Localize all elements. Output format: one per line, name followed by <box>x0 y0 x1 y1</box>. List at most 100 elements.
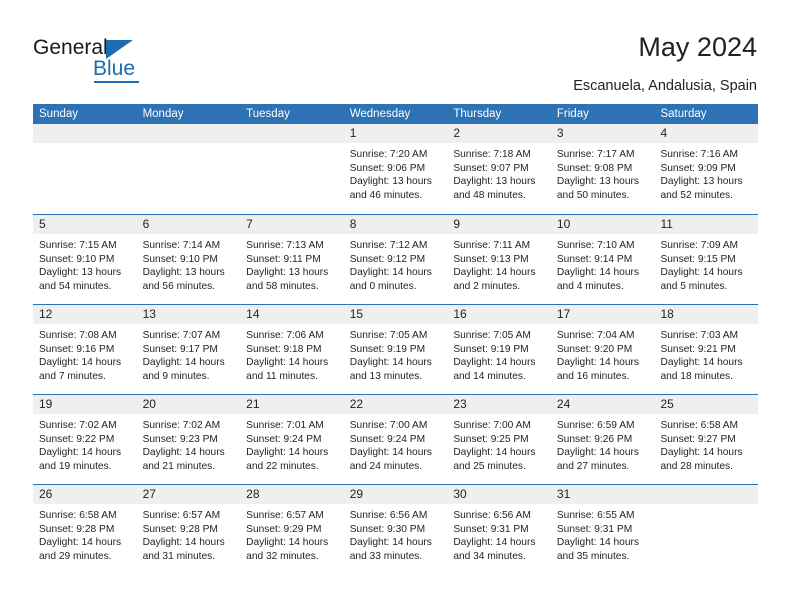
day-cell[interactable]: 9 Sunrise: 7:11 AM Sunset: 9:13 PM Daylight… <box>447 215 551 304</box>
page-title: May 2024 <box>638 32 757 62</box>
day-number-band: 23 <box>447 395 551 414</box>
day-cell[interactable]: 4 Sunrise: 7:16 AM Sunset: 9:09 PM Daylight… <box>654 124 759 214</box>
day-cell[interactable]: 11 Sunrise: 7:09 AM Sunset: 9:15 PM Dayligh… <box>654 215 759 304</box>
day-detail-line: Daylight: 14 hours <box>39 447 122 459</box>
calendar-week-row: 19 Sunrise: 7:02 AM Sunset: 9:22 PM Dayligh… <box>33 394 759 484</box>
general-blue-logo[interactable]: General Blue <box>33 36 183 84</box>
day-cell[interactable]: 18 Sunrise: 7:03 AM Sunset: 9:21 PM Dayligh… <box>654 305 759 394</box>
day-detail-line: Sunrise: 7:05 AM <box>453 330 531 341</box>
day-detail-line: Sunset: 9:24 PM <box>349 433 426 445</box>
day-cell[interactable]: 8 Sunrise: 7:12 AM Sunset: 9:12 PM Daylight… <box>343 215 448 304</box>
day-number: 28 <box>246 487 260 501</box>
day-details: Sunrise: 6:58 AM Sunset: 9:28 PM Daylight:… <box>33 504 137 563</box>
day-number: 12 <box>39 307 53 321</box>
day-cell[interactable]: 12 Sunrise: 7:08 AM Sunset: 9:16 PM Dayligh… <box>33 305 137 394</box>
day-detail-line: and 32 minutes. <box>246 550 319 562</box>
day-detail-line: Daylight: 13 hours <box>349 176 432 188</box>
page-header: General Blue May 2024 Escanuela, Andalus… <box>0 0 792 100</box>
day-detail-line: Daylight: 14 hours <box>660 357 743 369</box>
day-cell[interactable]: 26 Sunrise: 6:58 AM Sunset: 9:28 PM Dayligh… <box>33 485 137 574</box>
day-detail-line: Daylight: 14 hours <box>556 447 640 459</box>
day-detail-line: Sunset: 9:11 PM <box>246 253 321 265</box>
day-detail-line: Sunrise: 6:59 AM <box>556 420 635 431</box>
day-detail-line: Sunset: 9:10 PM <box>39 253 115 265</box>
day-details: Sunrise: 7:05 AM Sunset: 9:19 PM Daylight:… <box>447 324 551 383</box>
day-number-band <box>33 124 137 143</box>
day-detail-line: Daylight: 14 hours <box>142 357 225 369</box>
day-cell[interactable]: 13 Sunrise: 7:07 AM Sunset: 9:17 PM Dayligh… <box>136 305 241 394</box>
day-detail-line: and 46 minutes. <box>349 189 423 201</box>
day-detail-line: Daylight: 13 hours <box>142 267 225 279</box>
day-number: 22 <box>349 397 364 411</box>
day-detail-line: Daylight: 14 hours <box>39 537 122 549</box>
day-number: 29 <box>349 487 364 501</box>
day-number: 27 <box>142 487 156 501</box>
day-detail-line: Daylight: 14 hours <box>142 537 225 549</box>
day-number-band: 21 <box>240 395 344 414</box>
day-number-band: 15 <box>343 305 448 324</box>
day-cell[interactable]: 14 Sunrise: 7:06 AM Sunset: 9:18 PM Dayligh… <box>240 305 344 394</box>
day-detail-line: Sunrise: 6:57 AM <box>142 510 221 521</box>
day-detail-line: Sunset: 9:29 PM <box>246 523 322 535</box>
day-detail-line: and 22 minutes. <box>246 460 319 472</box>
day-cell[interactable]: 24 Sunrise: 6:59 AM Sunset: 9:26 PM Dayligh… <box>550 395 655 484</box>
day-detail-line: Sunset: 9:21 PM <box>660 343 736 355</box>
day-number: 15 <box>349 307 364 321</box>
day-detail-line: Sunset: 9:23 PM <box>142 433 218 445</box>
day-cell[interactable]: 30 Sunrise: 6:56 AM Sunset: 9:31 PM Dayligh… <box>447 485 551 574</box>
day-cell[interactable]: 10 Sunrise: 7:10 AM Sunset: 9:14 PM Dayligh… <box>550 215 655 304</box>
day-details: Sunrise: 7:14 AM Sunset: 9:10 PM Daylight:… <box>137 234 241 293</box>
day-detail-line: and 48 minutes. <box>453 189 526 201</box>
day-number-band: 20 <box>136 395 241 414</box>
day-cell[interactable]: 2 Sunrise: 7:18 AM Sunset: 9:07 PM Daylight… <box>447 124 551 214</box>
day-details <box>240 143 344 148</box>
day-cell[interactable]: 28 Sunrise: 6:57 AM Sunset: 9:29 PM Dayligh… <box>240 485 344 574</box>
day-detail-line: Sunset: 9:19 PM <box>453 343 529 355</box>
day-detail-line: Sunrise: 6:58 AM <box>39 510 117 521</box>
day-cell[interactable]: 15 Sunrise: 7:05 AM Sunset: 9:19 PM Dayligh… <box>343 305 448 394</box>
day-cell[interactable]: 6 Sunrise: 7:14 AM Sunset: 9:10 PM Daylight… <box>136 215 241 304</box>
day-cell[interactable]: 27 Sunrise: 6:57 AM Sunset: 9:28 PM Dayligh… <box>136 485 241 574</box>
day-cell[interactable]: 25 Sunrise: 6:58 AM Sunset: 9:27 PM Dayligh… <box>654 395 759 484</box>
weekday-header-thursday: Thursday <box>453 108 502 120</box>
day-detail-line: Sunset: 9:19 PM <box>349 343 426 355</box>
day-cell[interactable]: 20 Sunrise: 7:02 AM Sunset: 9:23 PM Dayligh… <box>136 395 241 484</box>
day-detail-line: and 11 minutes. <box>246 370 318 382</box>
day-cell[interactable]: 16 Sunrise: 7:05 AM Sunset: 9:19 PM Dayligh… <box>447 305 551 394</box>
day-detail-line: and 27 minutes. <box>556 460 630 472</box>
day-cell[interactable]: 31 Sunrise: 6:55 AM Sunset: 9:31 PM Dayligh… <box>550 485 655 574</box>
day-cell[interactable]: 29 Sunrise: 6:56 AM Sunset: 9:30 PM Dayligh… <box>343 485 448 574</box>
day-detail-line: Sunset: 9:28 PM <box>142 523 218 535</box>
day-cell[interactable]: 3 Sunrise: 7:17 AM Sunset: 9:08 PM Daylight… <box>550 124 655 214</box>
day-cell[interactable]: 7 Sunrise: 7:13 AM Sunset: 9:11 PM Daylight… <box>240 215 344 304</box>
day-number: 9 <box>453 217 460 231</box>
day-detail-line: Daylight: 14 hours <box>349 537 432 549</box>
day-detail-line: Daylight: 13 hours <box>453 176 536 188</box>
day-details: Sunrise: 7:02 AM Sunset: 9:22 PM Daylight:… <box>33 414 137 473</box>
day-details: Sunrise: 6:55 AM Sunset: 9:31 PM Daylight:… <box>551 504 655 563</box>
day-cell[interactable]: 5 Sunrise: 7:15 AM Sunset: 9:10 PM Daylight… <box>33 215 137 304</box>
day-number-band: 3 <box>550 124 655 143</box>
day-detail-line: Sunset: 9:14 PM <box>556 253 633 265</box>
day-detail-line: Sunrise: 7:07 AM <box>142 330 221 341</box>
calendar-grid: Sunday Monday Tuesday Wednesday Thursday Frid… <box>33 104 759 574</box>
day-number-band: 18 <box>654 305 759 324</box>
day-number: 25 <box>660 397 674 411</box>
day-cell[interactable]: 23 Sunrise: 7:00 AM Sunset: 9:25 PM Dayligh… <box>447 395 551 484</box>
day-number-band <box>240 124 344 143</box>
day-detail-line: Sunset: 9:07 PM <box>453 162 529 174</box>
day-cell[interactable]: 21 Sunrise: 7:01 AM Sunset: 9:24 PM Dayligh… <box>240 395 344 484</box>
day-cell[interactable]: 1 Sunrise: 7:20 AM Sunset: 9:06 PM Daylight… <box>343 124 448 214</box>
day-detail-line: Sunset: 9:13 PM <box>453 253 529 265</box>
day-cell[interactable]: 17 Sunrise: 7:04 AM Sunset: 9:20 PM Dayligh… <box>550 305 655 394</box>
day-detail-line: Sunset: 9:18 PM <box>246 343 322 355</box>
day-detail-line: Daylight: 14 hours <box>349 267 432 279</box>
day-detail-line: and 13 minutes. <box>349 370 423 382</box>
day-details: Sunrise: 7:03 AM Sunset: 9:21 PM Daylight:… <box>654 324 758 383</box>
day-number-band: 4 <box>654 124 759 143</box>
day-cell[interactable]: 22 Sunrise: 7:00 AM Sunset: 9:24 PM Dayligh… <box>343 395 448 484</box>
day-cell[interactable]: 19 Sunrise: 7:02 AM Sunset: 9:22 PM Dayligh… <box>33 395 137 484</box>
day-number: 31 <box>556 487 571 501</box>
day-detail-line: Daylight: 14 hours <box>246 537 329 549</box>
day-number-band: 27 <box>136 485 241 504</box>
